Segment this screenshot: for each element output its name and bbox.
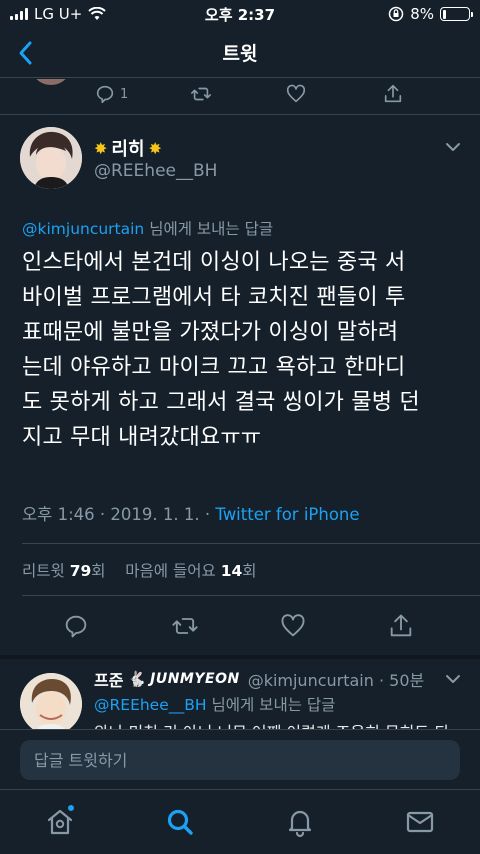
tab-messages[interactable] bbox=[404, 806, 436, 838]
reply-compose-input[interactable] bbox=[20, 740, 460, 780]
tweet-meta: 오후 1:46 · 2019. 1. 1. · Twitter for iPho… bbox=[22, 501, 360, 525]
prev-tweet-actions: 1 bbox=[0, 79, 480, 109]
reply-icon bbox=[96, 85, 114, 104]
reply-author-avatar[interactable] bbox=[20, 673, 82, 729]
carrier-label: LG U+ bbox=[34, 5, 83, 23]
star-icon: ✸ bbox=[148, 138, 162, 158]
tweet-stats: 리트윗 79회 마음에 들어요 14회 bbox=[22, 559, 257, 581]
reply-name-suffix: JUNMYEON bbox=[150, 671, 240, 687]
share-icon bbox=[390, 614, 412, 637]
chevron-down-icon[interactable] bbox=[444, 141, 462, 153]
wifi-icon bbox=[88, 7, 106, 20]
reply-to-line: @kimjuncurtain 님에게 보내는 답글 bbox=[22, 217, 273, 239]
tweet-line: 는데 야유하고 마이크 끄고 욕하고 한마디 bbox=[22, 355, 406, 380]
prev-share-button[interactable] bbox=[382, 83, 404, 105]
retweet-suffix: 회 bbox=[91, 562, 106, 580]
retweet-button[interactable] bbox=[170, 612, 200, 640]
tweet-line: 인스타에서 본건데 이싱이 나오는 중국 서 bbox=[22, 250, 406, 275]
tab-home[interactable] bbox=[44, 804, 76, 838]
like-button[interactable] bbox=[279, 612, 307, 640]
retweet-count: 79 bbox=[69, 562, 92, 580]
battery-icon bbox=[440, 7, 473, 21]
status-right: 8% bbox=[388, 5, 473, 23]
status-left: LG U+ bbox=[10, 5, 106, 23]
orientation-lock-icon bbox=[388, 6, 404, 22]
tab-search[interactable] bbox=[164, 806, 196, 838]
tweet-body: 인스타에서 본건데 이싱이 나오는 중국 서 바이벌 프로그램에서 타 코치진 … bbox=[22, 245, 462, 455]
reply-avatar-image bbox=[20, 673, 82, 729]
share-button[interactable] bbox=[387, 612, 415, 640]
search-icon bbox=[167, 809, 193, 835]
tab-notifications[interactable] bbox=[284, 806, 316, 838]
reply-to-suffix: 님에게 보내는 답글 bbox=[206, 696, 336, 714]
navbar: 트윗 bbox=[0, 28, 480, 78]
compose-bar bbox=[0, 729, 480, 789]
prev-like-button[interactable] bbox=[285, 83, 307, 105]
tweet-line: 표때문에 불만을 가졌다가 이싱이 말하려 bbox=[22, 320, 399, 345]
tweet-source-link[interactable]: Twitter for iPhone bbox=[215, 505, 359, 524]
tweet-line: 지고 무대 내려갔대요ㅠㅠ bbox=[22, 425, 262, 450]
reply-body: 와나 미친 리 아니 너무 어째 이렇게 조용히 묻히도 되 bbox=[94, 719, 449, 729]
heart-icon bbox=[281, 614, 305, 637]
battery-percent: 8% bbox=[410, 5, 434, 23]
prev-reply-button[interactable]: 1 bbox=[94, 83, 128, 105]
signal-icon bbox=[10, 8, 28, 20]
mail-icon bbox=[406, 811, 434, 833]
prev-retweet-button[interactable] bbox=[189, 83, 213, 105]
like-suffix: 회 bbox=[242, 562, 257, 580]
reply-name-prefix: 프준 bbox=[94, 671, 124, 690]
author-avatar[interactable] bbox=[20, 127, 82, 189]
reply-to-mention[interactable]: @kimjuncurtain bbox=[22, 220, 144, 238]
tweet-line: 도 못하게 하고 그래서 결국 씽이가 물병 던 bbox=[22, 390, 420, 415]
author-name-text: 리히 bbox=[111, 139, 145, 160]
section-divider bbox=[0, 655, 480, 659]
divider bbox=[22, 543, 480, 544]
bell-icon bbox=[288, 810, 312, 838]
author-display-name[interactable]: ✸ 리히 ✸ bbox=[94, 135, 162, 161]
tab-bar bbox=[0, 789, 480, 854]
share-icon bbox=[384, 84, 402, 103]
back-arrow-icon[interactable] bbox=[12, 38, 42, 68]
reply-author-name[interactable]: 프준 🐇 JUNMYEON @kimjuncurtain · 50분 bbox=[94, 667, 424, 691]
prev-reply-count: 1 bbox=[120, 86, 129, 102]
author-handle[interactable]: @REEhee__BH bbox=[94, 161, 217, 181]
notification-dot bbox=[67, 804, 75, 812]
reply-button[interactable] bbox=[62, 612, 90, 640]
divider bbox=[0, 114, 480, 115]
author-avatar-image bbox=[20, 127, 82, 189]
retweet-label: 리트윗 bbox=[22, 562, 70, 580]
reply-to-line: @REEhee__BH 님에게 보내는 답글 bbox=[94, 693, 335, 715]
page-title: 트윗 bbox=[222, 43, 258, 65]
like-label: 마음에 들어요 bbox=[125, 562, 221, 580]
reply-icon bbox=[65, 615, 87, 638]
tweet-line: 바이벌 프로그램에서 타 코치진 팬들이 투 bbox=[22, 285, 406, 310]
tweet-timestamp: 오후 1:46 · 2019. 1. 1. · bbox=[22, 505, 216, 524]
like-stat[interactable]: 마음에 들어요 14회 bbox=[125, 562, 256, 580]
retweet-stat[interactable]: 리트윗 79회 bbox=[22, 562, 106, 580]
reply-handle: @kimjuncurtain · 50분 bbox=[247, 671, 425, 690]
star-icon: ✸ bbox=[94, 138, 108, 158]
reply-to-suffix: 님에게 보내는 답글 bbox=[144, 220, 274, 238]
rabbit-icon: 🐇 bbox=[127, 670, 147, 688]
retweet-icon bbox=[191, 87, 211, 101]
divider bbox=[22, 595, 480, 596]
tweet-thread[interactable]: 1 ✸ 리히 ✸ @REEhee__BH @kimjuncurtain 님에게 … bbox=[0, 79, 480, 729]
status-bar: LG U+ 오후 2:37 8% bbox=[0, 0, 480, 28]
chevron-down-icon[interactable] bbox=[444, 673, 462, 685]
heart-icon bbox=[286, 84, 306, 103]
reply-to-mention[interactable]: @REEhee__BH bbox=[94, 696, 207, 714]
retweet-icon bbox=[172, 618, 198, 634]
like-count: 14 bbox=[220, 562, 243, 580]
